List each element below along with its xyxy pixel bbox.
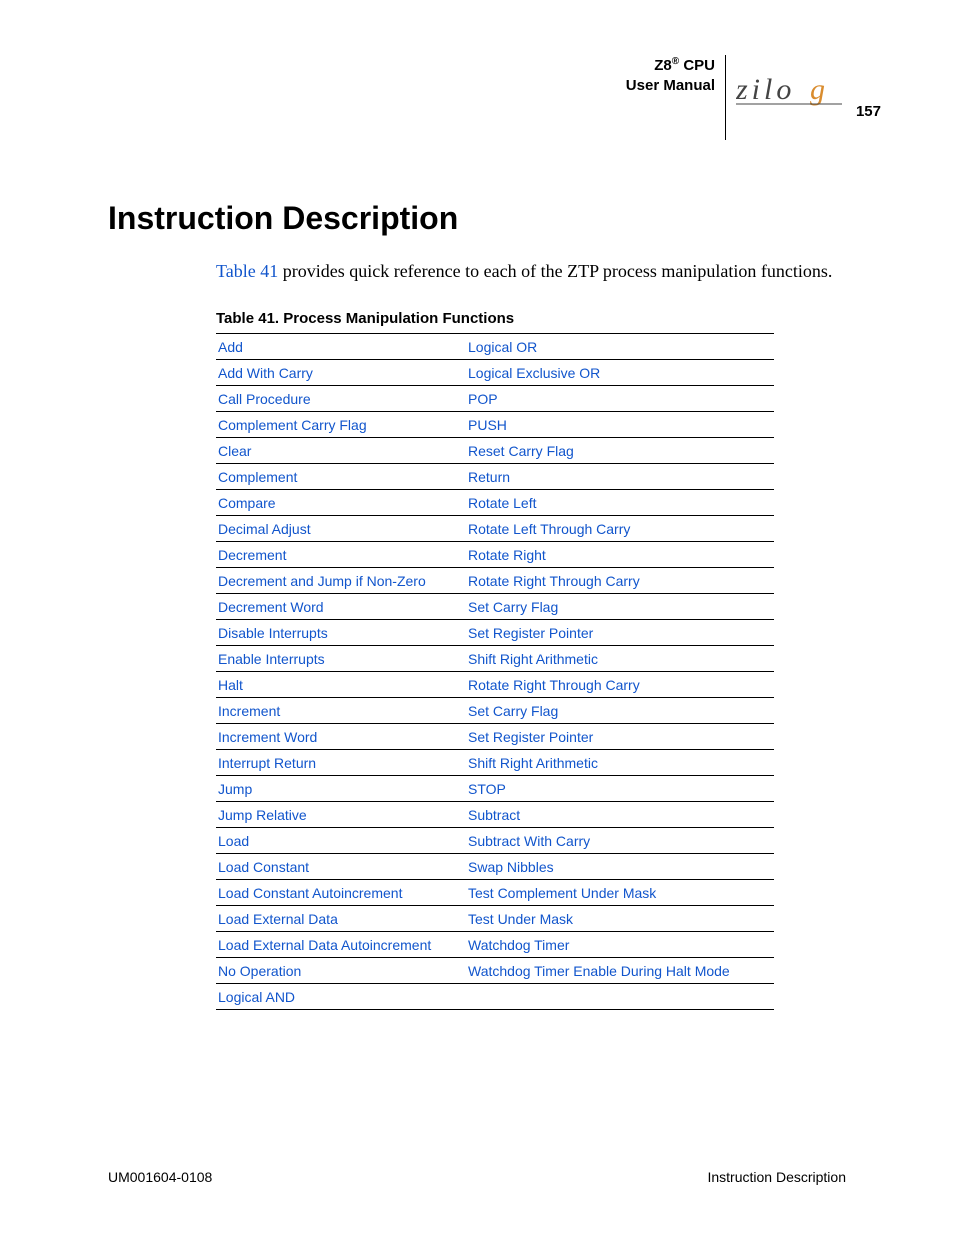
table-row: Load ConstantSwap Nibbles <box>216 854 774 880</box>
function-link[interactable]: Logical OR <box>466 334 774 360</box>
function-link[interactable]: Watchdog Timer Enable During Halt Mode <box>466 958 774 984</box>
table-row: Load Constant AutoincrementTest Compleme… <box>216 880 774 906</box>
function-link[interactable]: Rotate Left <box>466 490 774 516</box>
function-link[interactable]: Return <box>466 464 774 490</box>
functions-table-wrap: Table 41. Process Manipulation Functions… <box>216 310 774 1010</box>
function-link[interactable]: Halt <box>216 672 466 698</box>
function-link[interactable]: Decimal Adjust <box>216 516 466 542</box>
function-link[interactable]: Rotate Right Through Carry <box>466 672 774 698</box>
logo-area: zilo g 157 <box>736 55 846 107</box>
function-link[interactable]: Call Procedure <box>216 386 466 412</box>
table-crossref-link[interactable]: Table 41 <box>216 261 278 281</box>
table-row: ComplementReturn <box>216 464 774 490</box>
section-heading: Instruction Description <box>108 200 846 237</box>
function-link[interactable]: Interrupt Return <box>216 750 466 776</box>
product-line1-post: CPU <box>679 57 715 74</box>
table-row: JumpSTOP <box>216 776 774 802</box>
table-row: IncrementSet Carry Flag <box>216 698 774 724</box>
function-link[interactable]: PUSH <box>466 412 774 438</box>
table-row: CompareRotate Left <box>216 490 774 516</box>
table-row: Decimal AdjustRotate Left Through Carry <box>216 516 774 542</box>
page-footer: UM001604-0108 Instruction Description <box>108 1169 846 1185</box>
table-row: Interrupt ReturnShift Right Arithmetic <box>216 750 774 776</box>
table-row: ClearReset Carry Flag <box>216 438 774 464</box>
intro-paragraph: Table 41 provides quick reference to eac… <box>216 261 846 282</box>
function-link[interactable]: Watchdog Timer <box>466 932 774 958</box>
function-link[interactable]: Logical Exclusive OR <box>466 360 774 386</box>
table-row: DecrementRotate Right <box>216 542 774 568</box>
svg-text:zilo: zilo <box>736 73 795 106</box>
zilog-logo-icon: zilo g <box>736 73 846 107</box>
table-row: Decrement and Jump if Non-ZeroRotate Rig… <box>216 568 774 594</box>
function-link[interactable]: Disable Interrupts <box>216 620 466 646</box>
function-link[interactable]: Shift Right Arithmetic <box>466 750 774 776</box>
function-link[interactable]: Rotate Left Through Carry <box>466 516 774 542</box>
function-link[interactable]: Swap Nibbles <box>466 854 774 880</box>
function-link[interactable]: Jump <box>216 776 466 802</box>
function-link[interactable]: Test Complement Under Mask <box>466 880 774 906</box>
function-link[interactable]: Enable Interrupts <box>216 646 466 672</box>
function-link[interactable]: Logical AND <box>216 984 466 1010</box>
function-link[interactable]: Set Register Pointer <box>466 724 774 750</box>
product-line2: User Manual <box>626 77 715 94</box>
product-title: Z8® CPU User Manual <box>626 55 726 140</box>
function-link[interactable]: Load External Data <box>216 906 466 932</box>
function-link <box>466 984 774 1010</box>
function-link[interactable]: Shift Right Arithmetic <box>466 646 774 672</box>
table-row: Load External DataTest Under Mask <box>216 906 774 932</box>
function-link[interactable]: Compare <box>216 490 466 516</box>
function-link[interactable]: Complement <box>216 464 466 490</box>
function-link[interactable]: No Operation <box>216 958 466 984</box>
table-row: AddLogical OR <box>216 334 774 360</box>
function-link[interactable]: Subtract <box>466 802 774 828</box>
table-caption: Table 41. Process Manipulation Functions <box>216 310 774 327</box>
function-link[interactable]: Jump Relative <box>216 802 466 828</box>
table-row: Add With CarryLogical Exclusive OR <box>216 360 774 386</box>
function-link[interactable]: POP <box>466 386 774 412</box>
function-link[interactable]: Decrement <box>216 542 466 568</box>
table-row: HaltRotate Right Through Carry <box>216 672 774 698</box>
function-link[interactable]: Increment <box>216 698 466 724</box>
function-link[interactable]: Load <box>216 828 466 854</box>
function-link[interactable]: Clear <box>216 438 466 464</box>
table-row: Load External Data AutoincrementWatchdog… <box>216 932 774 958</box>
footer-section: Instruction Description <box>707 1169 846 1185</box>
function-link[interactable]: Add <box>216 334 466 360</box>
function-link[interactable]: Subtract With Carry <box>466 828 774 854</box>
product-line1-pre: Z8 <box>654 57 672 74</box>
table-row: Increment WordSet Register Pointer <box>216 724 774 750</box>
function-link[interactable]: Rotate Right <box>466 542 774 568</box>
table-row: No OperationWatchdog Timer Enable During… <box>216 958 774 984</box>
function-link[interactable]: Set Carry Flag <box>466 594 774 620</box>
function-link[interactable]: Rotate Right Through Carry <box>466 568 774 594</box>
function-link[interactable]: Test Under Mask <box>466 906 774 932</box>
function-link[interactable]: Increment Word <box>216 724 466 750</box>
page-header: Z8® CPU User Manual zilo g 157 <box>108 55 846 140</box>
intro-text: provides quick reference to each of the … <box>278 261 832 281</box>
svg-text:g: g <box>810 73 825 106</box>
table-row: LoadSubtract With Carry <box>216 828 774 854</box>
function-link[interactable]: Complement Carry Flag <box>216 412 466 438</box>
table-row: Jump RelativeSubtract <box>216 802 774 828</box>
page-number: 157 <box>856 103 881 120</box>
table-row: Complement Carry FlagPUSH <box>216 412 774 438</box>
table-row: Enable InterruptsShift Right Arithmetic <box>216 646 774 672</box>
function-link[interactable]: Set Carry Flag <box>466 698 774 724</box>
table-row: Disable InterruptsSet Register Pointer <box>216 620 774 646</box>
footer-doc-id: UM001604-0108 <box>108 1169 212 1185</box>
function-link[interactable]: Add With Carry <box>216 360 466 386</box>
table-row: Logical AND <box>216 984 774 1010</box>
function-link[interactable]: Set Register Pointer <box>466 620 774 646</box>
function-link[interactable]: Load External Data Autoincrement <box>216 932 466 958</box>
function-link[interactable]: STOP <box>466 776 774 802</box>
table-row: Call ProcedurePOP <box>216 386 774 412</box>
function-link[interactable]: Reset Carry Flag <box>466 438 774 464</box>
function-link[interactable]: Decrement Word <box>216 594 466 620</box>
functions-table: AddLogical ORAdd With CarryLogical Exclu… <box>216 333 774 1010</box>
function-link[interactable]: Decrement and Jump if Non-Zero <box>216 568 466 594</box>
function-link[interactable]: Load Constant Autoincrement <box>216 880 466 906</box>
function-link[interactable]: Load Constant <box>216 854 466 880</box>
table-row: Decrement WordSet Carry Flag <box>216 594 774 620</box>
